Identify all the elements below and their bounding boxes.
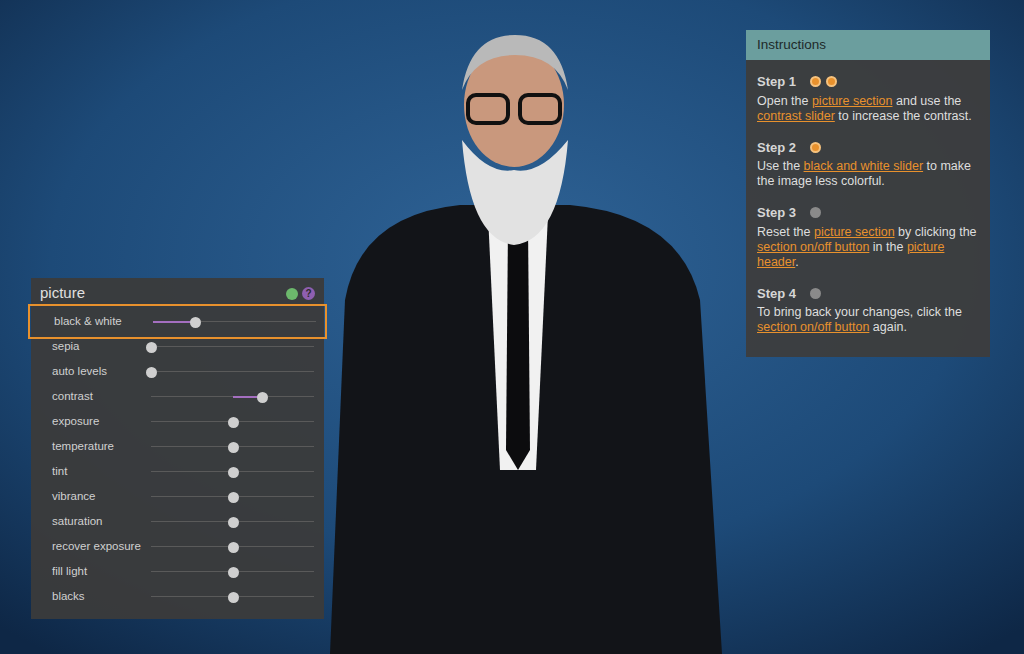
slider-label: fill light [52, 563, 151, 580]
picture-header: picture? [31, 278, 324, 309]
slider[interactable] [151, 541, 314, 553]
slider-label: vibrance [52, 488, 151, 505]
slider-label: contrast [52, 388, 151, 405]
instruction-step: Step 1Open the picture section and use t… [757, 72, 979, 124]
slider-label: tint [52, 463, 151, 480]
slider-knob[interactable] [228, 592, 239, 603]
app: picture? black & white sepia auto levels con… [0, 0, 1024, 654]
step-text: Reset the picture section by clicking th… [757, 225, 979, 270]
slider-row: blacks [31, 584, 324, 609]
step-label: Step 1 [757, 72, 796, 92]
slider-track [151, 371, 314, 372]
slider-row: vibrance [31, 484, 324, 509]
slider-row: sepia [31, 334, 324, 359]
step-link[interactable]: contrast slider [757, 109, 835, 123]
slider[interactable] [151, 391, 314, 403]
step-link[interactable]: picture section [814, 225, 895, 239]
step-link[interactable]: section on/off button [757, 320, 869, 334]
slider[interactable] [151, 416, 314, 428]
slider[interactable] [153, 316, 316, 328]
slider[interactable] [151, 366, 314, 378]
step-progress-dot [810, 142, 821, 153]
slider-label: sepia [52, 338, 151, 355]
slider-knob[interactable] [146, 367, 157, 378]
slider-label: temperature [52, 438, 151, 455]
slider-row: tint [31, 459, 324, 484]
step-label: Step 3 [757, 203, 796, 223]
step-text: To bring back your changes, click the se… [757, 305, 979, 335]
slider[interactable] [151, 466, 314, 478]
slider-label: exposure [52, 413, 151, 430]
slider-label: black & white [54, 313, 153, 330]
slider-knob[interactable] [228, 442, 239, 453]
slider-knob[interactable] [228, 542, 239, 553]
slider-knob[interactable] [257, 392, 268, 403]
slider-knob[interactable] [228, 517, 239, 528]
help-button[interactable]: ? [302, 287, 315, 300]
slider[interactable] [151, 566, 314, 578]
slider-knob[interactable] [228, 467, 239, 478]
slider-row: fill light [31, 559, 324, 584]
slider-fill [153, 321, 195, 323]
step-text: Open the picture section and use the con… [757, 94, 979, 124]
slider[interactable] [151, 441, 314, 453]
slider-row: saturation [31, 509, 324, 534]
step-progress-dot [810, 288, 821, 299]
step-progress-dot [826, 76, 837, 87]
step-link[interactable]: section on/off button [757, 240, 869, 254]
slider-knob[interactable] [228, 417, 239, 428]
instruction-step: Step 4To bring back your changes, click … [757, 284, 979, 336]
step-label: Step 4 [757, 284, 796, 304]
slider-track [151, 346, 314, 347]
slider-row: temperature [31, 434, 324, 459]
slider[interactable] [151, 516, 314, 528]
slider-row: contrast [31, 384, 324, 409]
instructions-header: Instructions [746, 30, 990, 60]
step-link[interactable]: black and white slider [804, 159, 924, 173]
step-link[interactable]: picture section [812, 94, 893, 108]
slider-knob[interactable] [228, 567, 239, 578]
instruction-step: Step 2Use the black and white slider to … [757, 138, 979, 190]
slider-list: black & white sepia auto levels contrast exp… [31, 309, 324, 609]
slider-knob[interactable] [190, 317, 201, 328]
slider-label: blacks [52, 588, 151, 605]
panel-title: picture [40, 282, 85, 305]
slider-row: auto levels [31, 359, 324, 384]
slider-knob[interactable] [228, 492, 239, 503]
slider-label: auto levels [52, 363, 151, 380]
slider-label: recover exposure [52, 538, 151, 555]
step-progress-dot [810, 76, 821, 87]
slider-label: saturation [52, 513, 151, 530]
slider[interactable] [151, 491, 314, 503]
picture-panel: picture? black & white sepia auto levels con… [31, 278, 324, 619]
instructions-panel: Instructions Step 1Open the picture secti… [746, 30, 990, 357]
slider[interactable] [151, 591, 314, 603]
slider-knob[interactable] [146, 342, 157, 353]
section-on-off-button[interactable] [286, 288, 298, 300]
step-progress-dot [810, 207, 821, 218]
step-text: Use the black and white slider to make t… [757, 159, 979, 189]
slider-row: exposure [31, 409, 324, 434]
slider-row: black & white [33, 309, 322, 334]
slider-row: recover exposure [31, 534, 324, 559]
instruction-step: Step 3Reset the picture section by click… [757, 203, 979, 270]
step-label: Step 2 [757, 138, 796, 158]
slider[interactable] [151, 341, 314, 353]
